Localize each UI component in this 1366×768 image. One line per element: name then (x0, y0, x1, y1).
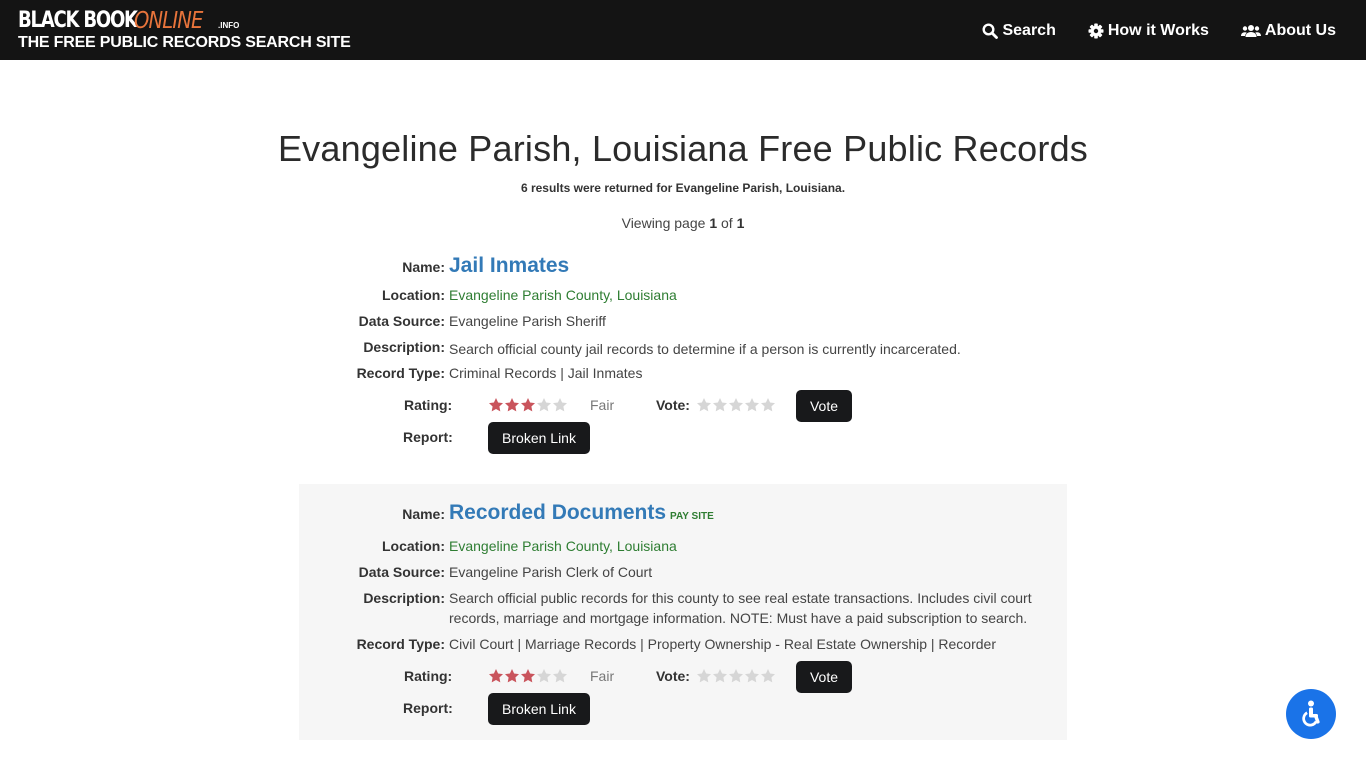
record-type: Criminal Records | Jail Inmates (449, 365, 643, 381)
description-label: Description: (363, 590, 445, 606)
record-type: Civil Court | Marriage Records | Propert… (449, 636, 996, 652)
star-filled-icon (521, 669, 535, 683)
record-location: Evangeline Parish County, Louisiana (449, 287, 677, 303)
broken-link-button[interactable]: Broken Link (488, 693, 590, 725)
results-count: 6 results were returned for Evangeline P… (520, 181, 846, 195)
current-page: 1 (709, 215, 718, 231)
vote-star-icon[interactable] (696, 668, 712, 684)
star-filled-icon (505, 669, 519, 683)
users-icon (1240, 25, 1261, 37)
logo-black-text: BLACK BOOK (18, 8, 138, 33)
vote-star-icon[interactable] (760, 668, 776, 684)
record-type-label: Record Type: (356, 636, 445, 652)
vote-star-icon[interactable] (696, 397, 712, 413)
gear-icon (1088, 23, 1104, 39)
nav-search[interactable]: Search (982, 22, 1056, 40)
description-label: Description: (363, 339, 445, 355)
vote-label: Vote: (656, 397, 690, 413)
nav-about-us-label: About Us (1264, 22, 1336, 39)
vote-label: Vote: (656, 668, 690, 684)
nav-how-it-works-label: How it Works (1107, 22, 1209, 39)
record-type-label: Record Type: (356, 365, 445, 381)
site-tagline: THE FREE PUBLIC RECORDS SEARCH SITE (18, 34, 351, 51)
vote-star-icon[interactable] (728, 668, 744, 684)
pay-site-badge: PAY SITE (670, 511, 714, 522)
vote-stars[interactable] (696, 397, 776, 413)
rating-stars (488, 668, 568, 684)
name-label: Name: (402, 259, 445, 275)
record-description: Search official county jail records to d… (449, 341, 961, 357)
search-icon (982, 23, 999, 39)
total-pages: 1 (736, 215, 745, 231)
accessibility-button[interactable] (1286, 689, 1336, 739)
report-label: Report: (403, 429, 453, 445)
record-data-source: Evangeline Parish Clerk of Court (449, 564, 653, 580)
logo-online-text: ONLINE (134, 8, 203, 34)
vote-stars[interactable] (696, 668, 776, 684)
nav-about-us[interactable]: About Us (1240, 22, 1336, 40)
star-empty-icon (537, 398, 551, 412)
report-label: Report: (403, 700, 453, 716)
location-label: Location: (382, 538, 445, 554)
location-label: Location: (382, 287, 445, 303)
page-title: Evangeline Parish, Louisiana Free Public… (277, 128, 1089, 169)
vote-star-icon[interactable] (744, 668, 760, 684)
rating-label: Rating: (404, 668, 453, 684)
logo-info-text: .INFO (218, 21, 240, 30)
vote-button[interactable]: Vote (796, 661, 852, 693)
data-source-label: Data Source: (358, 313, 445, 329)
nav-how-it-works[interactable]: How it Works (1088, 22, 1209, 40)
star-empty-icon (553, 398, 567, 412)
vote-star-icon[interactable] (760, 397, 776, 413)
star-empty-icon (553, 669, 567, 683)
broken-link-button[interactable]: Broken Link (488, 422, 590, 454)
data-source-label: Data Source: (358, 564, 445, 580)
star-filled-icon (489, 398, 503, 412)
record-name-link[interactable]: Jail Inmates (449, 254, 569, 278)
paging-mid: of (717, 215, 737, 231)
rating-text: Fair (590, 397, 615, 413)
rating-label: Rating: (404, 397, 453, 413)
site-logo[interactable]: BLACK BOOK ONLINE .INFO THE FREE PUBLIC … (18, 8, 351, 52)
wheelchair-icon (1302, 700, 1320, 727)
record-item: Name: Jail Inmates Location: Evangeline P… (299, 245, 1067, 465)
site-header: BLACK BOOK ONLINE .INFO THE FREE PUBLIC … (0, 0, 1366, 60)
rating-text: Fair (590, 668, 615, 684)
record-description: Search official public records for this … (449, 590, 1032, 626)
main-nav: Search How it Works About Us (982, 22, 1336, 40)
paging-prefix: Viewing page (621, 215, 710, 231)
record-name-link[interactable]: Recorded Documents (449, 501, 666, 525)
star-filled-icon (521, 398, 535, 412)
star-filled-icon (505, 398, 519, 412)
vote-star-icon[interactable] (712, 668, 728, 684)
vote-star-icon[interactable] (744, 397, 760, 413)
record-location: Evangeline Parish County, Louisiana (449, 538, 677, 554)
record-data-source: Evangeline Parish Sheriff (449, 313, 606, 329)
vote-star-icon[interactable] (728, 397, 744, 413)
vote-button[interactable]: Vote (796, 390, 852, 422)
paging-info: Viewing page 1 of 1 (0, 215, 1366, 231)
star-filled-icon (489, 669, 503, 683)
name-label: Name: (402, 506, 445, 522)
rating-stars (488, 397, 568, 413)
record-item: Name: Recorded Documents PAY SITE Locati… (299, 484, 1067, 740)
vote-star-icon[interactable] (712, 397, 728, 413)
nav-search-label: Search (1002, 22, 1056, 39)
star-empty-icon (537, 669, 551, 683)
